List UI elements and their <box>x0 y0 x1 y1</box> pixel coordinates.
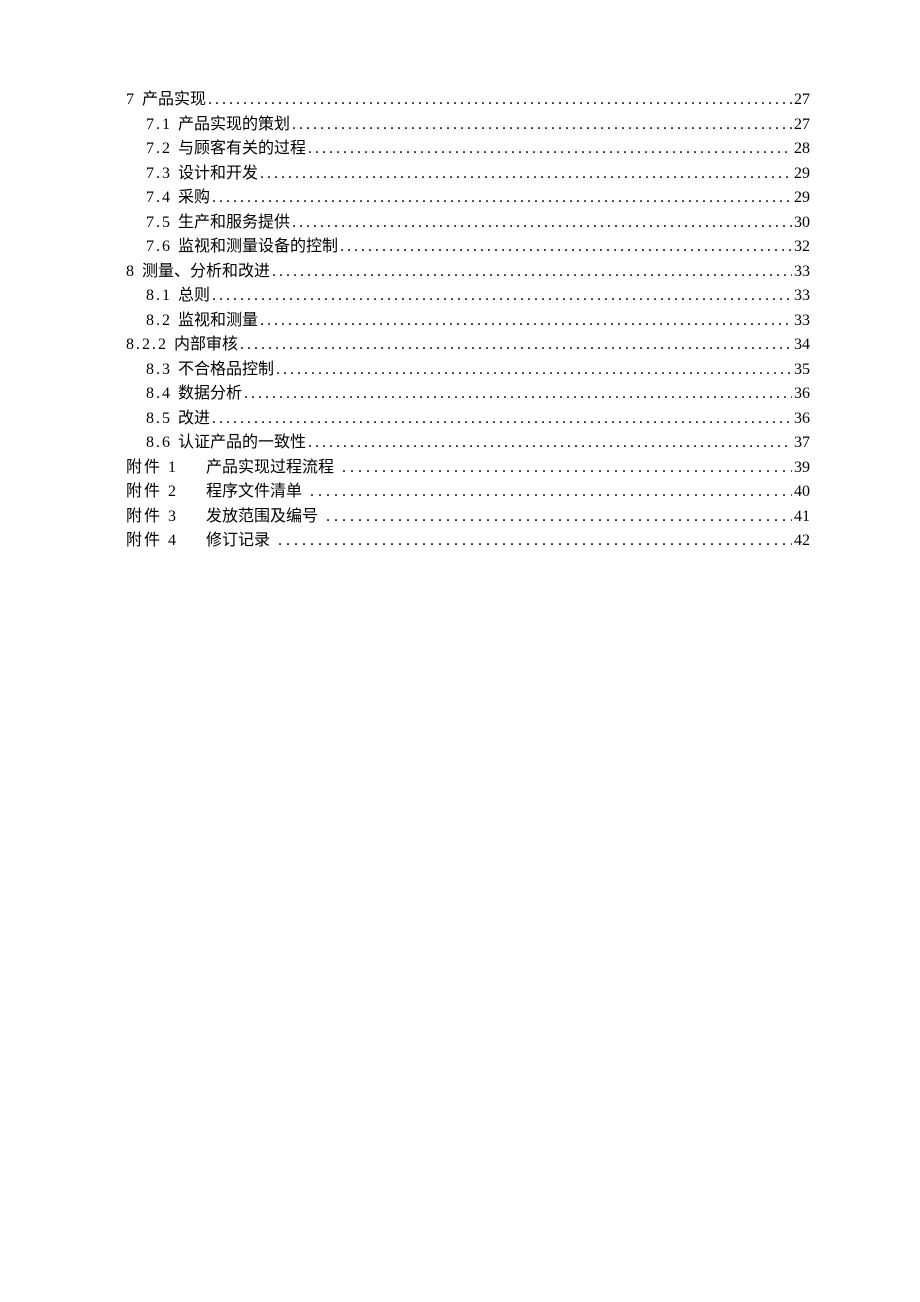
toc-page-number: 29 <box>792 186 810 211</box>
toc-section-number: 8.2 <box>146 309 172 334</box>
toc-entry: 7.6监视和测量设备的控制 32 <box>126 235 810 260</box>
toc-section-title: 监视和测量 <box>178 309 258 334</box>
toc-entry: 8.2监视和测量 33 <box>126 309 810 334</box>
toc-leader-dots <box>210 284 792 309</box>
toc-leader-dots <box>258 309 792 334</box>
toc-entry: 8.6认证产品的一致性 37 <box>126 431 810 456</box>
toc-section-title: 数据分析 <box>178 382 242 407</box>
toc-section-number: 附件 3 <box>126 505 178 530</box>
toc-entry: 7.5生产和服务提供 30 <box>126 211 810 236</box>
toc-leader-dots <box>270 260 792 285</box>
toc-section-number: 8.4 <box>146 382 172 407</box>
toc-section-number: 8.3 <box>146 358 172 383</box>
toc-leader-dots <box>270 529 792 554</box>
toc-section-number: 7.5 <box>146 211 172 236</box>
toc-page-number: 40 <box>792 480 810 505</box>
toc-section-title: 认证产品的一致性 <box>178 431 306 456</box>
toc-leader-dots <box>306 431 792 456</box>
toc-leader-dots <box>290 113 792 138</box>
toc-leader-dots <box>302 480 792 505</box>
toc-section-title: 产品实现 <box>142 88 206 113</box>
toc-page-number: 42 <box>792 529 810 554</box>
toc-section-number: 7 <box>126 88 136 113</box>
toc-section-title: 采购 <box>178 186 210 211</box>
toc-section-title: 设计和开发 <box>178 162 258 187</box>
toc-page-number: 33 <box>792 260 810 285</box>
toc-section-number: 附件 2 <box>126 480 178 505</box>
toc-entry: 7.4采购 29 <box>126 186 810 211</box>
toc-page-number: 39 <box>792 456 810 481</box>
table-of-contents: 7产品实现277.1产品实现的策划277.2与顾客有关的过程287.3设计和开发… <box>126 88 810 554</box>
toc-entry: 8.3不合格品控制 35 <box>126 358 810 383</box>
toc-section-title: 测量、分析和改进 <box>142 260 270 285</box>
toc-leader-dots <box>206 88 792 113</box>
toc-section-title: 内部审核 <box>174 333 238 358</box>
toc-section-number: 7.6 <box>146 235 172 260</box>
toc-section-number: 8 <box>126 260 136 285</box>
toc-page-number: 29 <box>792 162 810 187</box>
toc-page-number: 30 <box>792 211 810 236</box>
toc-page-number: 32 <box>792 235 810 260</box>
toc-page-number: 35 <box>792 358 810 383</box>
toc-section-number: 7.2 <box>146 137 172 162</box>
toc-entry: 7.3设计和开发 29 <box>126 162 810 187</box>
toc-section-number: 8.6 <box>146 431 172 456</box>
toc-leader-dots <box>274 358 792 383</box>
toc-page-number: 33 <box>792 284 810 309</box>
toc-section-title: 程序文件清单 <box>206 480 302 505</box>
toc-page-number: 37 <box>792 431 810 456</box>
toc-entry: 附件 1 产品实现过程流程 39 <box>126 456 810 481</box>
toc-entry: 7.1产品实现的策划 27 <box>126 113 810 138</box>
toc-section-title: 生产和服务提供 <box>178 211 290 236</box>
toc-section-title: 发放范围及编号 <box>206 505 318 530</box>
toc-section-title: 不合格品控制 <box>178 358 274 383</box>
toc-section-number: 7.1 <box>146 113 172 138</box>
toc-entry: 附件 3 发放范围及编号 41 <box>126 505 810 530</box>
toc-section-title: 产品实现的策划 <box>178 113 290 138</box>
toc-leader-dots <box>238 333 792 358</box>
toc-entry: 附件 4 修订记录 42 <box>126 529 810 554</box>
toc-section-number: 7.3 <box>146 162 172 187</box>
toc-section-number: 附件 4 <box>126 529 178 554</box>
toc-entry: 7产品实现 27 <box>126 88 810 113</box>
toc-page-number: 41 <box>792 505 810 530</box>
toc-leader-dots <box>290 211 792 236</box>
toc-entry: 8.5改进 36 <box>126 407 810 432</box>
toc-page-number: 36 <box>792 382 810 407</box>
toc-page-number: 27 <box>792 88 810 113</box>
toc-leader-dots <box>258 162 792 187</box>
toc-section-number: 7.4 <box>146 186 172 211</box>
toc-leader-dots <box>334 456 792 481</box>
toc-page-number: 34 <box>792 333 810 358</box>
toc-page-number: 27 <box>792 113 810 138</box>
toc-leader-dots <box>210 186 792 211</box>
toc-section-title: 监视和测量设备的控制 <box>178 235 338 260</box>
toc-leader-dots <box>318 505 792 530</box>
toc-section-title: 修订记录 <box>206 529 270 554</box>
toc-leader-dots <box>338 235 792 260</box>
toc-section-title: 改进 <box>178 407 210 432</box>
toc-section-number: 8.5 <box>146 407 172 432</box>
toc-page-number: 36 <box>792 407 810 432</box>
toc-leader-dots <box>210 407 792 432</box>
toc-entry: 8.4数据分析 36 <box>126 382 810 407</box>
toc-entry: 8测量、分析和改进 33 <box>126 260 810 285</box>
toc-leader-dots <box>306 137 792 162</box>
toc-section-number: 附件 1 <box>126 456 178 481</box>
toc-entry: 7.2与顾客有关的过程 28 <box>126 137 810 162</box>
toc-leader-dots <box>242 382 792 407</box>
toc-section-number: 8.2.2 <box>126 333 168 358</box>
toc-entry: 8.1总则 33 <box>126 284 810 309</box>
toc-entry: 8.2.2内部审核 34 <box>126 333 810 358</box>
toc-section-title: 产品实现过程流程 <box>206 456 334 481</box>
toc-entry: 附件 2 程序文件清单 40 <box>126 480 810 505</box>
toc-section-title: 与顾客有关的过程 <box>178 137 306 162</box>
toc-page-number: 28 <box>792 137 810 162</box>
toc-section-title: 总则 <box>178 284 210 309</box>
toc-page-number: 33 <box>792 309 810 334</box>
toc-section-number: 8.1 <box>146 284 172 309</box>
